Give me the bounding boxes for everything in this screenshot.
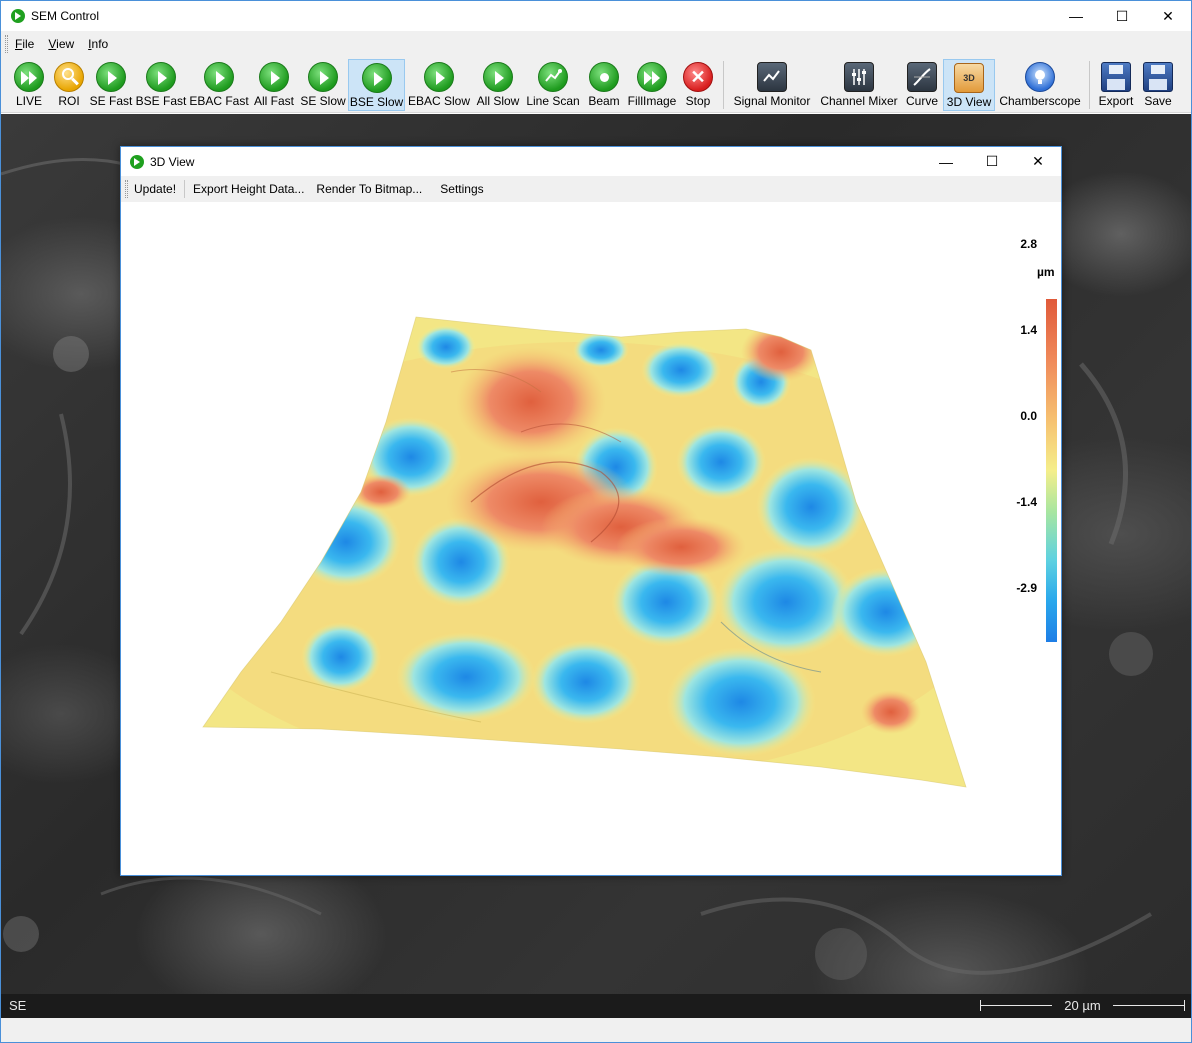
stop-button[interactable]: ✕ Stop [679, 59, 717, 111]
play-icon [204, 62, 234, 92]
export-height-data-button[interactable]: Export Height Data... [187, 176, 310, 202]
render-to-bitmap-button[interactable]: Render To Bitmap... [310, 176, 428, 202]
play-icon [483, 62, 513, 92]
3d-view-button[interactable]: 3D 3D View [943, 59, 995, 111]
menu-file[interactable]: File [8, 31, 41, 57]
play-icon [146, 62, 176, 92]
floppy-disk-icon [1143, 62, 1173, 92]
title-bar: SEM Control — ☐ ✕ [1, 1, 1191, 31]
se-fast-button[interactable]: SE Fast [89, 59, 133, 111]
height-colorbar [1046, 299, 1057, 642]
magnifier-icon [54, 62, 84, 92]
scale-bar: 20 µm [980, 998, 1185, 1014]
all-fast-button[interactable]: All Fast [251, 59, 297, 111]
colorbar-tick: 0.0 [1020, 409, 1037, 423]
bse-slow-button[interactable]: BSE Slow [348, 59, 405, 111]
beam-dot-icon [589, 62, 619, 92]
3d-view-menu-bar: Update! Export Height Data... Render To … [121, 176, 1061, 202]
3d-view-close-button[interactable]: ✕ [1015, 147, 1061, 176]
floppy-disk-icon [1101, 62, 1131, 92]
bse-fast-button[interactable]: BSE Fast [135, 59, 187, 111]
minimize-button[interactable]: — [1053, 1, 1099, 31]
line-scan-icon [538, 62, 568, 92]
toolbar: LIVE ROI SE Fast BSE Fast EBAC Fast All … [1, 57, 1191, 113]
toolbar-separator [723, 61, 724, 109]
colorbar-tick: -1.4 [1016, 495, 1037, 509]
menu-info[interactable]: Info [81, 31, 115, 57]
fast-forward-icon [14, 62, 44, 92]
app-play-icon [11, 9, 25, 23]
height-surface[interactable] [121, 202, 1061, 875]
curve-button[interactable]: Curve [903, 59, 941, 111]
ebac-fast-button[interactable]: EBAC Fast [189, 59, 249, 111]
colorbar-tick: -2.9 [1016, 581, 1037, 595]
play-icon [96, 62, 126, 92]
app-play-icon [130, 154, 144, 169]
update-button[interactable]: Update! [128, 176, 182, 202]
3d-view-minimize-button[interactable]: — [923, 147, 969, 176]
export-button[interactable]: Export [1095, 59, 1137, 111]
maximize-button[interactable]: ☐ [1099, 1, 1145, 31]
3d-view-title-bar: 3D View — ☐ ✕ [121, 147, 1061, 176]
stop-x-icon: ✕ [683, 62, 713, 92]
ebac-slow-button[interactable]: EBAC Slow [407, 59, 471, 111]
colorbar-unit: µm [1037, 265, 1055, 279]
play-icon [424, 62, 454, 92]
beam-button[interactable]: Beam [583, 59, 625, 111]
fillimage-button[interactable]: FillImage [627, 59, 677, 111]
channel-mixer-button[interactable]: Channel Mixer [817, 59, 901, 111]
menu-separator [184, 180, 186, 198]
window-title: SEM Control [31, 9, 100, 23]
save-button[interactable]: Save [1139, 59, 1177, 111]
fast-forward-icon [637, 62, 667, 92]
3d-view-maximize-button[interactable]: ☐ [969, 147, 1015, 176]
play-icon [361, 63, 392, 93]
3d-view-title: 3D View [150, 154, 195, 169]
window-controls: — ☐ ✕ [1053, 1, 1191, 31]
toolbar-separator [1089, 61, 1090, 109]
signal-monitor-button[interactable]: Signal Monitor [729, 59, 815, 111]
chamberscope-button[interactable]: Chamberscope [997, 59, 1083, 111]
live-button[interactable]: LIVE [9, 59, 49, 111]
curve-icon [907, 62, 937, 92]
all-slow-button[interactable]: All Slow [473, 59, 523, 111]
3d-view-window-controls: — ☐ ✕ [923, 147, 1061, 177]
roi-button[interactable]: ROI [51, 59, 87, 111]
colorbar-tick: 1.4 [1020, 323, 1037, 337]
play-icon [259, 62, 289, 92]
close-button[interactable]: ✕ [1145, 1, 1191, 31]
menu-view[interactable]: View [41, 31, 81, 57]
lightbulb-icon [1025, 62, 1055, 92]
line-scan-button[interactable]: Line Scan [525, 59, 581, 111]
play-icon [308, 62, 338, 92]
status-bar: SE 20 µm [1, 994, 1191, 1018]
3d-surface-plot[interactable]: µm 2.8 1.4 0.0 -1.4 -2.9 [121, 202, 1061, 875]
channel-mixer-icon [844, 62, 874, 92]
3d-view-icon: 3D [954, 63, 984, 93]
colorbar-tick: 2.8 [1020, 237, 1037, 251]
sem-control-window: SEM Control — ☐ ✕ File View Info LIVE RO… [0, 0, 1192, 1043]
3d-view-window: 3D View — ☐ ✕ Update! Export Height Data… [120, 146, 1062, 876]
detector-mode: SE [9, 998, 27, 1013]
menu-bar: File View Info [1, 31, 1191, 57]
signal-monitor-icon [757, 62, 787, 92]
settings-menu[interactable]: Settings [434, 176, 489, 202]
window-bottom-strip [1, 1018, 1191, 1042]
se-slow-button[interactable]: SE Slow [299, 59, 347, 111]
